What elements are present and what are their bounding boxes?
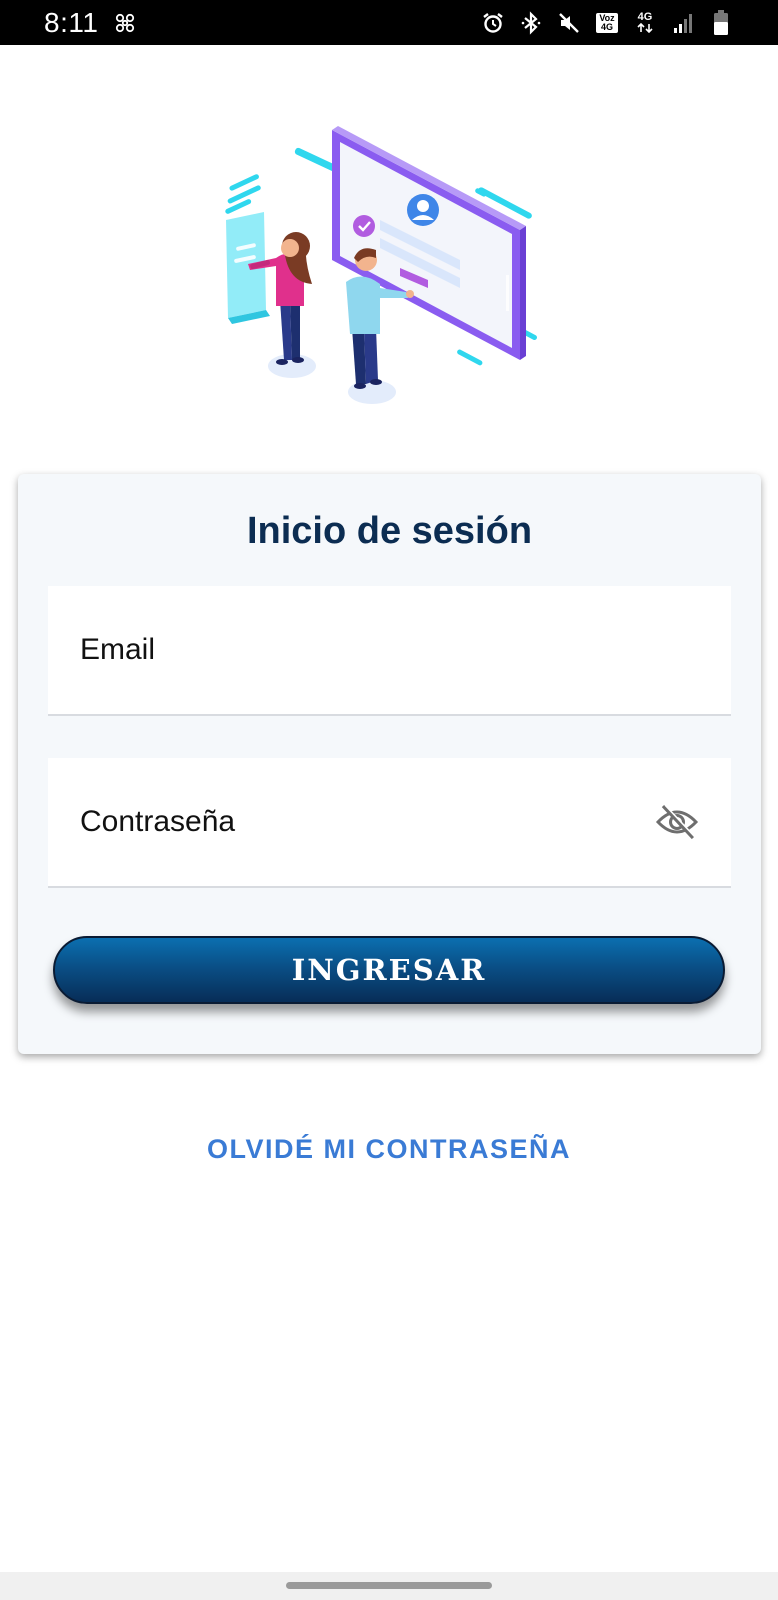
status-bar-right: Voz 4G 4G	[480, 9, 734, 36]
password-field[interactable]	[48, 758, 731, 888]
forgot-password-link[interactable]: OLVIDÉ MI CONTRASEÑA	[0, 1134, 778, 1165]
home-gesture-handle[interactable]	[286, 1582, 492, 1589]
signal-icon	[670, 10, 696, 36]
volte-icon: Voz 4G	[594, 10, 620, 36]
lte-icon: 4G	[632, 10, 658, 36]
status-bar: 8:11 Voz 4G 4G	[0, 0, 778, 45]
pinwheel-icon	[112, 10, 138, 36]
login-card: Inicio de sesión INGRESAR	[18, 474, 761, 1054]
status-bar-left: 8:11	[44, 7, 138, 39]
battery-icon	[708, 9, 734, 36]
eye-off-icon[interactable]	[653, 800, 701, 844]
status-time: 8:11	[44, 6, 99, 38]
password-input[interactable]	[48, 758, 731, 886]
login-illustration	[220, 120, 560, 420]
page-title: Inicio de sesión	[246, 510, 533, 552]
mute-icon	[556, 10, 582, 36]
email-field[interactable]	[48, 586, 731, 716]
alarm-icon	[480, 10, 506, 36]
login-button[interactable]: INGRESAR	[53, 936, 725, 1004]
bluetooth-icon	[518, 10, 544, 36]
network-badge-bottom: 4G	[600, 21, 613, 32]
navigation-bar	[0, 1572, 778, 1600]
email-input[interactable]	[48, 586, 731, 714]
lte-label: 4G	[637, 11, 653, 23]
